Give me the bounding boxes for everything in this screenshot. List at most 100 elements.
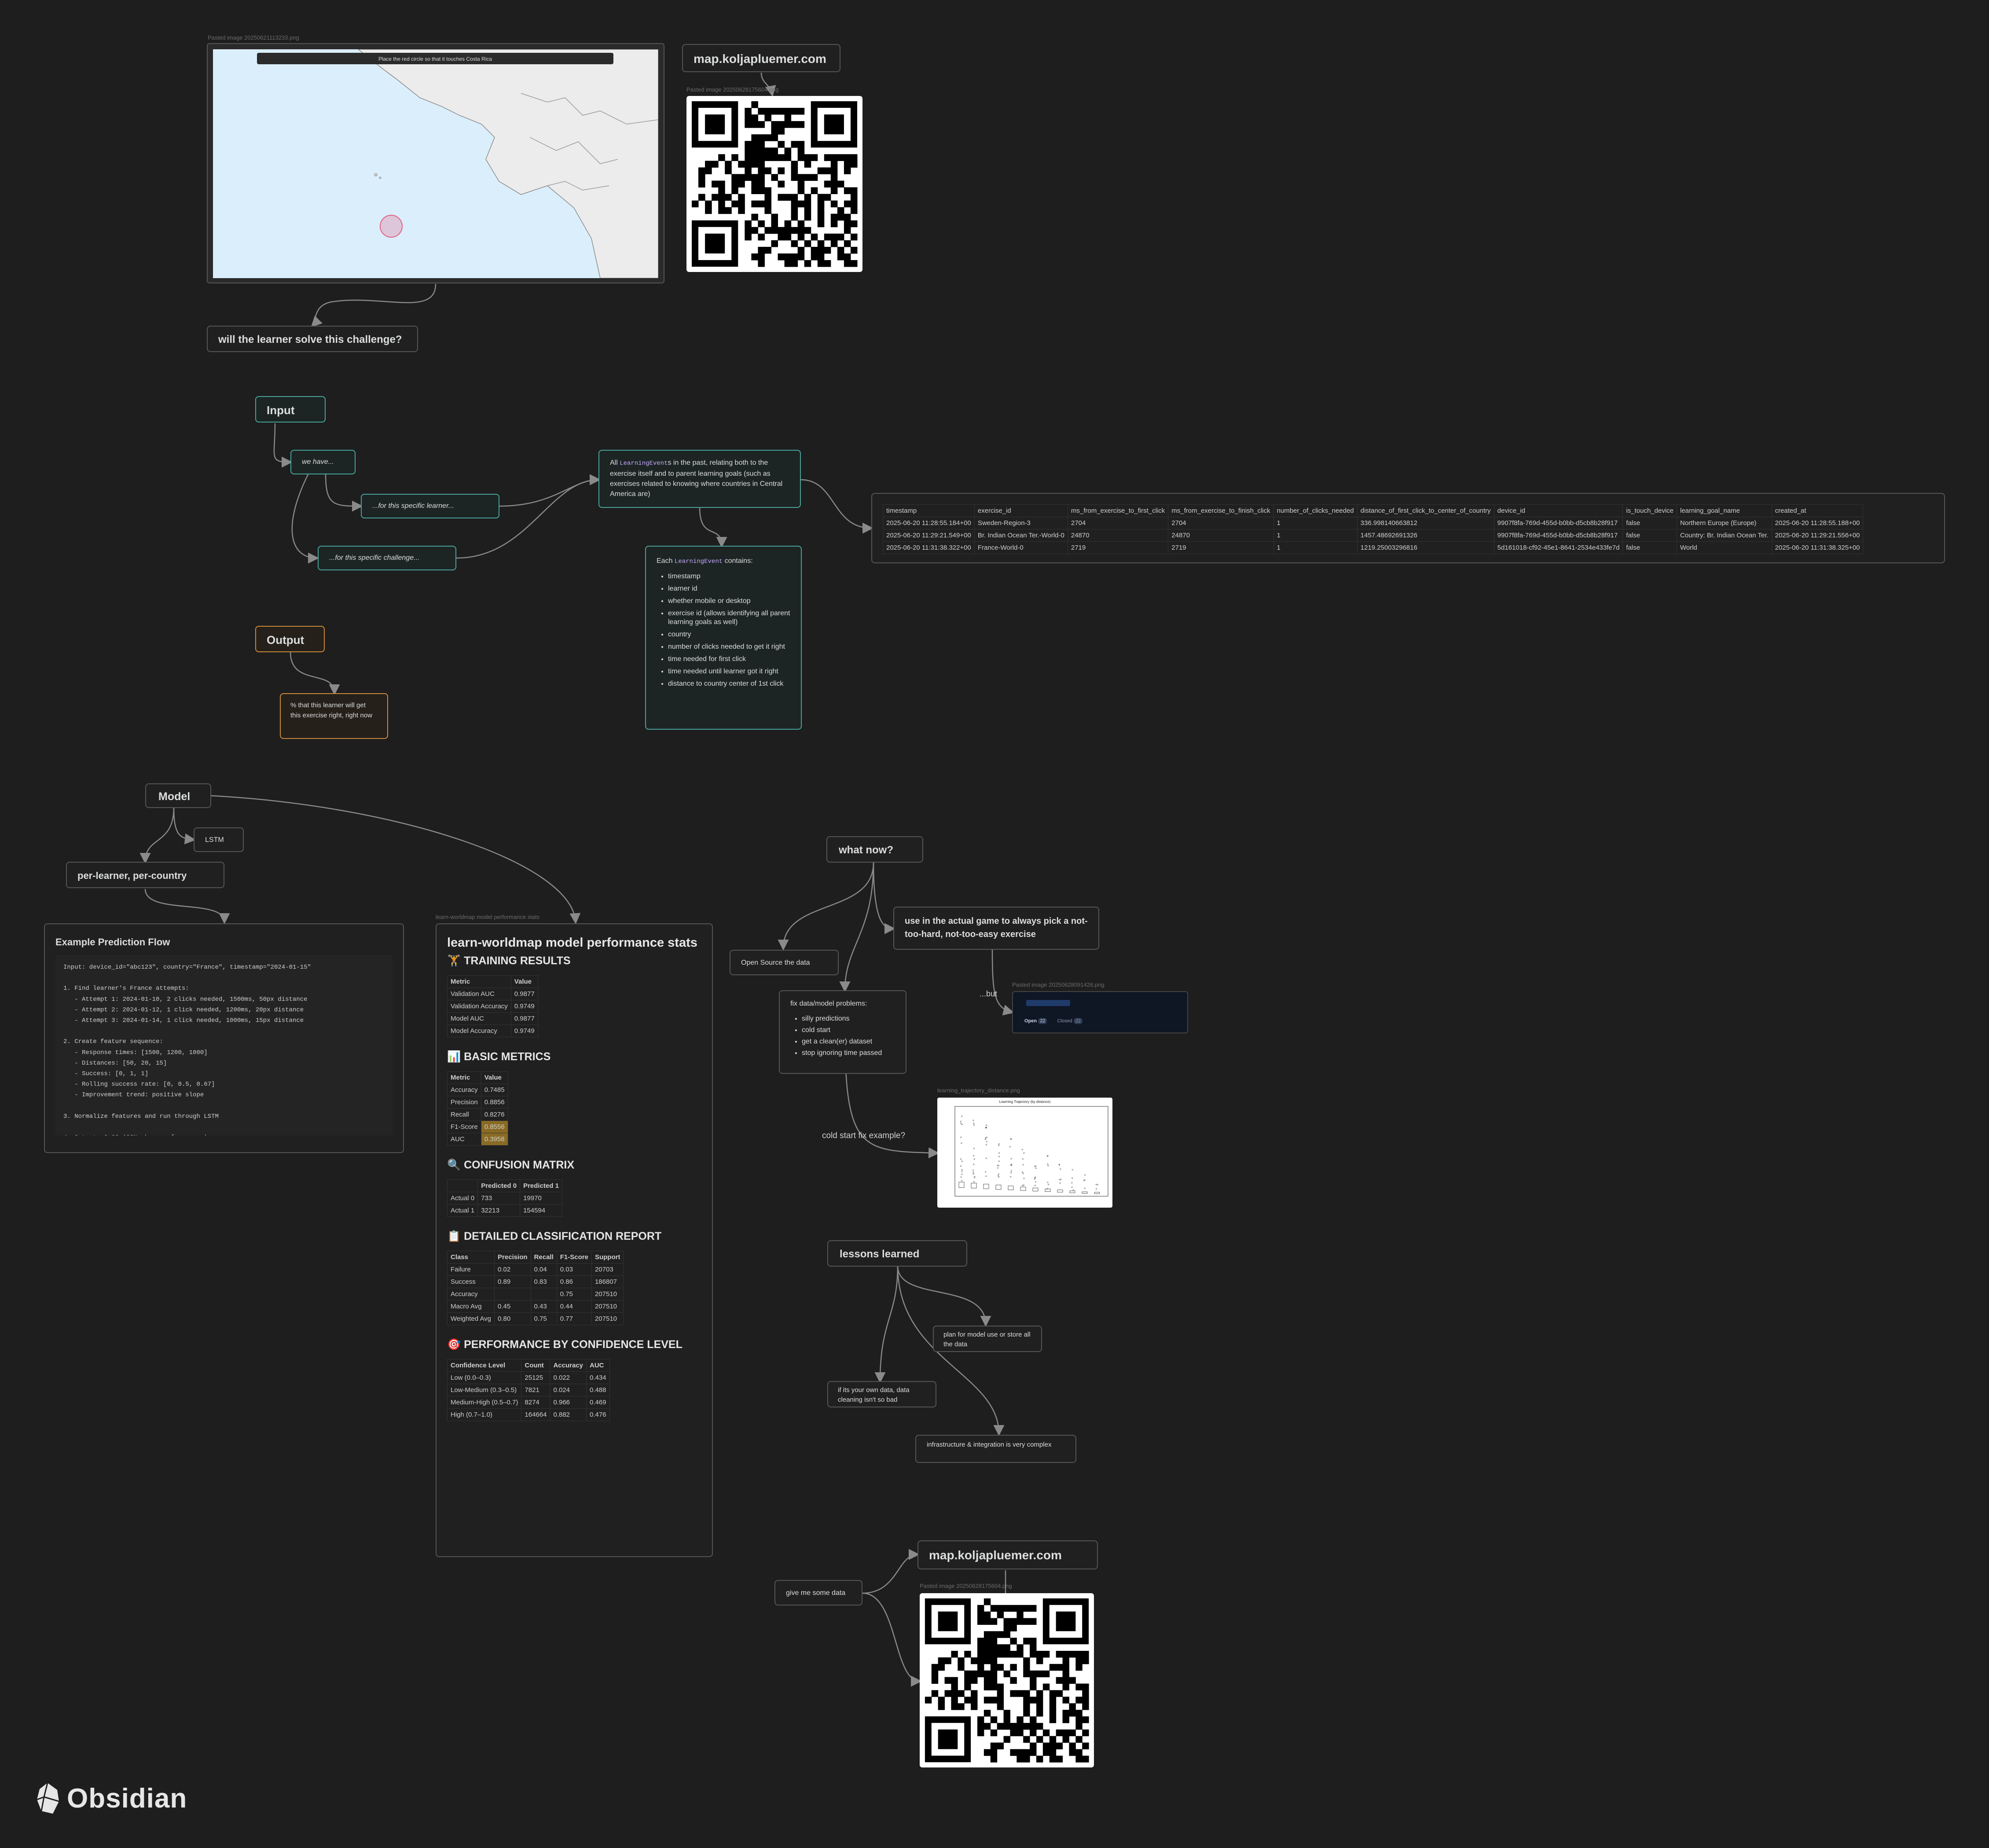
table-cell xyxy=(530,1288,557,1301)
prediction-flow-code: Input: device_id="abc123", country="Fran… xyxy=(55,955,393,1135)
we-have-node[interactable]: we have... xyxy=(290,450,356,474)
we-have-text: we have... xyxy=(302,458,334,466)
prediction-flow-node[interactable]: Example Prediction Flow Input: device_id… xyxy=(44,923,404,1153)
table-cell: 2704 xyxy=(1168,517,1274,529)
table-cell: World xyxy=(1677,541,1772,554)
event-field-item: time needed for first click xyxy=(668,655,790,664)
for-learner-node[interactable]: ...for this specific learner... xyxy=(361,494,499,518)
table-cell: 0.022 xyxy=(550,1371,587,1384)
map-canvas[interactable]: Place the red circle so that it touches … xyxy=(213,49,659,279)
fix-problems-list: silly predictions cold start get a clean(e… xyxy=(780,1015,906,1057)
perf-stats-node[interactable]: learn-worldmap model performance stats 🏋… xyxy=(436,923,713,1557)
url-node-top[interactable]: map.koljapluemer.com xyxy=(682,44,840,72)
table-cell: 19970 xyxy=(520,1192,562,1205)
column-header: Accuracy xyxy=(550,1359,587,1372)
problem-item: cold start xyxy=(802,1026,906,1034)
table-row: Validation AUC 0.9877 xyxy=(447,988,538,1000)
output-node[interactable]: Output xyxy=(255,626,325,652)
table-cell: 2025-06-20 11:29:21.556+00 xyxy=(1771,529,1864,542)
table-cell: Medium-High (0.5–0.7) xyxy=(447,1396,522,1409)
table-cell: 733 xyxy=(477,1192,521,1205)
table-cell: false xyxy=(1622,517,1677,529)
edge-output-desc xyxy=(290,652,340,695)
per-learner-node[interactable]: per-learner, per-country xyxy=(66,862,224,888)
infra-text: infrastructure & integration is very com… xyxy=(927,1441,1052,1448)
column-header: distance_of_first_click_to_center_of_cou… xyxy=(1357,504,1494,517)
for-learner-text: ...for this specific learner... xyxy=(372,502,455,510)
lessons-node[interactable]: lessons learned xyxy=(827,1240,967,1267)
table-cell: 24870 xyxy=(1168,529,1274,542)
problem-item: get a clean(er) dataset xyxy=(802,1038,906,1046)
column-header: Class xyxy=(447,1251,495,1264)
table-cell: AUC xyxy=(447,1133,481,1146)
input-node[interactable]: Input xyxy=(255,396,326,423)
event-field-item: whether mobile or desktop xyxy=(668,597,790,606)
table-cell: 0.9749 xyxy=(510,1025,538,1037)
lstm-node[interactable]: LSTM xyxy=(194,827,244,852)
edge-wehave-learner xyxy=(325,474,363,512)
obsidian-logo: Obsidian xyxy=(35,1781,187,1816)
column-header: timestamp xyxy=(883,504,975,517)
table-cell: 2704 xyxy=(1067,517,1169,529)
infra-node[interactable]: infrastructure & integration is very com… xyxy=(915,1435,1076,1463)
column-header: Count xyxy=(521,1359,550,1372)
output-desc-node[interactable]: % that this learner will get this exerci… xyxy=(280,693,388,739)
table-cell: Northern Europe (Europe) xyxy=(1677,517,1772,529)
each-event-content: Each LearningEvent contains: timestample… xyxy=(646,547,801,702)
what-now-node[interactable]: what now? xyxy=(826,836,923,863)
plan-node[interactable]: plan for model use or store all the data xyxy=(933,1326,1042,1352)
table-cell: 154594 xyxy=(520,1204,562,1217)
table-row: Accuracy 0.75 207510 xyxy=(447,1288,624,1301)
event-field-item: timestamp xyxy=(668,572,790,581)
give-data-node[interactable]: give me some data xyxy=(774,1580,862,1606)
input-text: Input xyxy=(267,404,295,417)
table-cell: France-World-0 xyxy=(974,541,1068,554)
url-node-bottom[interactable]: map.koljapluemer.com xyxy=(917,1540,1098,1569)
give-data-text: give me some data xyxy=(786,1589,846,1597)
model-node[interactable]: Model xyxy=(145,783,211,808)
event-field-item: exercise id (allows identifying all pare… xyxy=(668,609,790,627)
column-header: ms_from_exercise_to_finish_click xyxy=(1168,504,1274,517)
table-cell: 9907f8fa-769d-455d-b0bb-d5cb8b28f917 xyxy=(1494,517,1623,529)
own-data-node[interactable]: if its your own data, data cleaning isn'… xyxy=(827,1381,936,1407)
table-cell: 32213 xyxy=(477,1204,521,1217)
qr-bottom-caption: Pasted image 20250628175604.png xyxy=(920,1583,1012,1589)
own-data-text: if its your own data, data cleaning isn'… xyxy=(838,1386,910,1403)
column-header: Predicted 0 xyxy=(477,1179,521,1192)
table-cell: 0.488 xyxy=(586,1384,610,1396)
prediction-flow-title: Example Prediction Flow xyxy=(55,937,170,948)
open-source-node[interactable]: Open Source the data xyxy=(730,950,839,975)
edge-learner-events xyxy=(499,474,601,507)
table-cell: 0.44 xyxy=(556,1300,592,1313)
table-row: Low-Medium (0.3–0.5) 7821 0.024 0.488 xyxy=(447,1384,610,1396)
table-cell: Validation Accuracy xyxy=(447,1000,511,1013)
fix-problems-node[interactable]: fix data/model problems: silly predictio… xyxy=(779,990,906,1074)
table-cell: 207510 xyxy=(591,1288,624,1301)
table-cell: 2025-06-20 11:28:55.188+00 xyxy=(1771,517,1864,529)
table-row: Actual 1 32213 154594 xyxy=(447,1204,562,1217)
output-text: Output xyxy=(267,633,305,647)
table-cell: 0.75 xyxy=(556,1288,592,1301)
table-cell: 2025-06-20 11:28:55.184+00 xyxy=(883,517,975,529)
table-cell: 1219.25003296816 xyxy=(1357,541,1494,554)
table-cell: 0.75 xyxy=(530,1312,557,1325)
events-table-node[interactable]: timestamp exercise_id ms_from_exercise_to_… xyxy=(871,493,1945,563)
model-text: Model xyxy=(158,790,191,803)
table-cell: 0.8856 xyxy=(481,1096,508,1109)
event-field-item: time needed until learner got it right xyxy=(668,667,790,676)
for-challenge-node[interactable]: ...for this specific challenge... xyxy=(318,546,456,570)
lessons-text: lessons learned xyxy=(840,1248,920,1260)
column-header: learning_goal_name xyxy=(1677,504,1772,517)
learning-events-node[interactable]: All LearningEvents in the past, relating… xyxy=(598,450,801,508)
table-cell: Actual 0 xyxy=(447,1192,478,1205)
column-header: Predicted 1 xyxy=(520,1179,562,1192)
column-header: Precision xyxy=(494,1251,531,1264)
table-cell: Failure xyxy=(447,1263,495,1276)
table-cell: 0.469 xyxy=(586,1396,610,1409)
question-node[interactable]: will the learner solve this challenge? xyxy=(207,326,418,352)
screenshot-caption: Pasted image 20250628091426.png xyxy=(1012,981,1105,988)
table-cell: 2719 xyxy=(1067,541,1169,554)
use-in-game-node[interactable]: use in the actual game to always pick a … xyxy=(893,907,1099,950)
each-event-node[interactable]: Each LearningEvent contains: timestample… xyxy=(645,546,802,730)
basic-heading: 📊 BASIC METRICS xyxy=(447,1051,551,1063)
